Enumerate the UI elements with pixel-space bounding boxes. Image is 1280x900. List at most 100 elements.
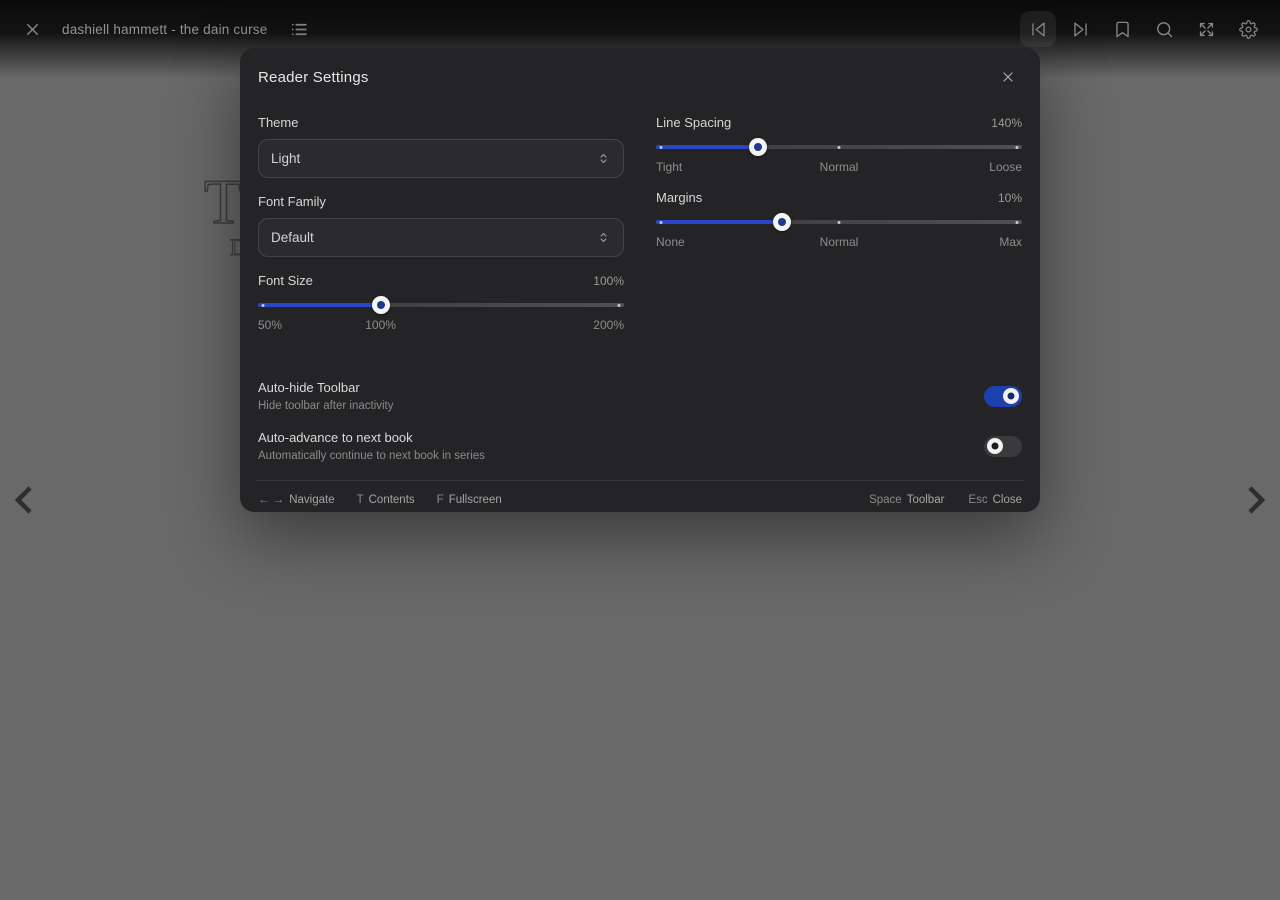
toolbar-actions [1020, 11, 1266, 47]
hint-key: ← → [258, 494, 284, 506]
bookmark-icon [1113, 20, 1132, 39]
slider-tick [660, 221, 663, 224]
font-family-field: Font Family Default [258, 194, 624, 257]
hint-label: Toolbar [907, 494, 945, 506]
slider-tick [660, 146, 663, 149]
toggle-knob [987, 438, 1003, 454]
hint-label: Navigate [289, 494, 334, 506]
reader-settings-dialog: Reader Settings Theme Light Font Family … [240, 48, 1040, 512]
scale-mid-label: Normal [820, 160, 859, 174]
bookmark-button[interactable] [1104, 11, 1140, 47]
dialog-title: Reader Settings [258, 69, 369, 86]
next-page-button[interactable] [1234, 476, 1278, 524]
hint-close: Esc Close [968, 494, 1022, 506]
shortcut-hints-right: Space Toolbar Esc Close [869, 494, 1022, 506]
slider-fill [656, 145, 758, 149]
slider-fill [258, 303, 381, 307]
font-family-selected-value: Default [271, 230, 314, 245]
hint-toolbar: Space Toolbar [869, 494, 944, 506]
settings-grid: Theme Light Font Family Default Font Siz… [256, 91, 1024, 348]
scale-max-label: Loose [989, 160, 1022, 174]
scale-mid-label: 100% [365, 318, 396, 332]
font-size-slider[interactable] [258, 296, 624, 314]
hint-label: Fullscreen [449, 494, 502, 506]
contents-button[interactable] [281, 11, 317, 47]
theme-select[interactable]: Light [258, 139, 624, 178]
hint-key: F [437, 494, 444, 506]
hint-label: Close [993, 494, 1022, 506]
scale-min-label: None [656, 235, 685, 249]
font-size-label: Font Size [258, 273, 313, 288]
settings-column-left: Theme Light Font Family Default Font Siz… [258, 115, 624, 348]
scale-min-label: 50% [258, 318, 282, 332]
close-icon [1000, 69, 1016, 85]
skip-next-icon [1071, 20, 1090, 39]
line-spacing-label: Line Spacing [656, 115, 731, 130]
auto-advance-row: Auto-advance to next book Automatically … [256, 430, 1024, 462]
chevron-left-icon [6, 478, 42, 522]
shortcuts-footer: ← → Navigate T Contents F Fullscreen Space T… [256, 480, 1024, 506]
previous-page-button[interactable] [2, 476, 46, 524]
margins-scale: None Normal Max [656, 235, 1022, 251]
margins-head: Margins 10% [656, 190, 1022, 205]
theme-field: Theme Light [258, 115, 624, 178]
slider-tick [838, 221, 841, 224]
margins-label: Margins [656, 190, 702, 205]
skip-previous-icon [1029, 20, 1048, 39]
scale-max-label: 200% [593, 318, 624, 332]
toggle-section: Auto-hide Toolbar Hide toolbar after ina… [256, 380, 1024, 462]
settings-button[interactable] [1230, 11, 1266, 47]
fullscreen-button[interactable] [1188, 11, 1224, 47]
hint-key: Space [869, 494, 902, 506]
shortcut-hints-left: ← → Navigate T Contents F Fullscreen [258, 494, 502, 506]
hint-navigate: ← → Navigate [258, 494, 335, 506]
auto-hide-toolbar-label: Auto-hide Toolbar [258, 380, 394, 395]
theme-label: Theme [258, 115, 624, 130]
margins-value: 10% [998, 191, 1022, 205]
dialog-close-button[interactable] [994, 63, 1022, 91]
hint-contents: T Contents [357, 494, 415, 506]
auto-hide-toolbar-description: Hide toolbar after inactivity [258, 400, 394, 412]
theme-selected-value: Light [271, 151, 300, 166]
auto-advance-toggle[interactable] [984, 436, 1022, 457]
auto-advance-description: Automatically continue to next book in s… [258, 450, 485, 462]
book-page-heading-letter: T [204, 170, 243, 234]
hint-key: T [357, 494, 364, 506]
fullscreen-expand-icon [1197, 20, 1216, 39]
hint-fullscreen: F Fullscreen [437, 494, 502, 506]
font-family-select[interactable]: Default [258, 218, 624, 257]
scale-min-label: Tight [656, 160, 682, 174]
font-size-scale: 50% 100% 200% [258, 318, 624, 334]
hint-key: Esc [968, 494, 987, 506]
dialog-header: Reader Settings [256, 48, 1024, 91]
slider-tick [262, 304, 265, 307]
slider-fill [656, 220, 782, 224]
hint-label: Contents [369, 494, 415, 506]
next-book-button[interactable] [1062, 11, 1098, 47]
slider-tick [1015, 146, 1018, 149]
line-spacing-slider-thumb[interactable] [749, 138, 767, 156]
margins-slider[interactable] [656, 213, 1022, 231]
settings-column-right: Line Spacing 140% Tight Normal Loose [656, 115, 1022, 348]
chevron-right-icon [1238, 478, 1274, 522]
slider-tick [1015, 221, 1018, 224]
scale-mid-label: Normal [820, 235, 859, 249]
line-spacing-slider[interactable] [656, 138, 1022, 156]
auto-hide-toolbar-row: Auto-hide Toolbar Hide toolbar after ina… [256, 380, 1024, 412]
close-reader-button[interactable] [14, 11, 50, 47]
auto-advance-label: Auto-advance to next book [258, 430, 485, 445]
select-chevrons-icon [596, 230, 611, 245]
toggle-info: Auto-hide Toolbar Hide toolbar after ina… [258, 380, 394, 412]
font-size-group: Font Size 100% 50% 100% 200% [258, 273, 624, 334]
previous-book-button[interactable] [1020, 11, 1056, 47]
margins-slider-thumb[interactable] [773, 213, 791, 231]
auto-hide-toolbar-toggle[interactable] [984, 386, 1022, 407]
search-icon [1155, 20, 1174, 39]
toggle-knob [1003, 388, 1019, 404]
slider-tick [838, 146, 841, 149]
settings-gear-icon [1239, 20, 1258, 39]
font-size-slider-thumb[interactable] [372, 296, 390, 314]
search-button[interactable] [1146, 11, 1182, 47]
slider-tick [617, 304, 620, 307]
toggle-info: Auto-advance to next book Automatically … [258, 430, 485, 462]
